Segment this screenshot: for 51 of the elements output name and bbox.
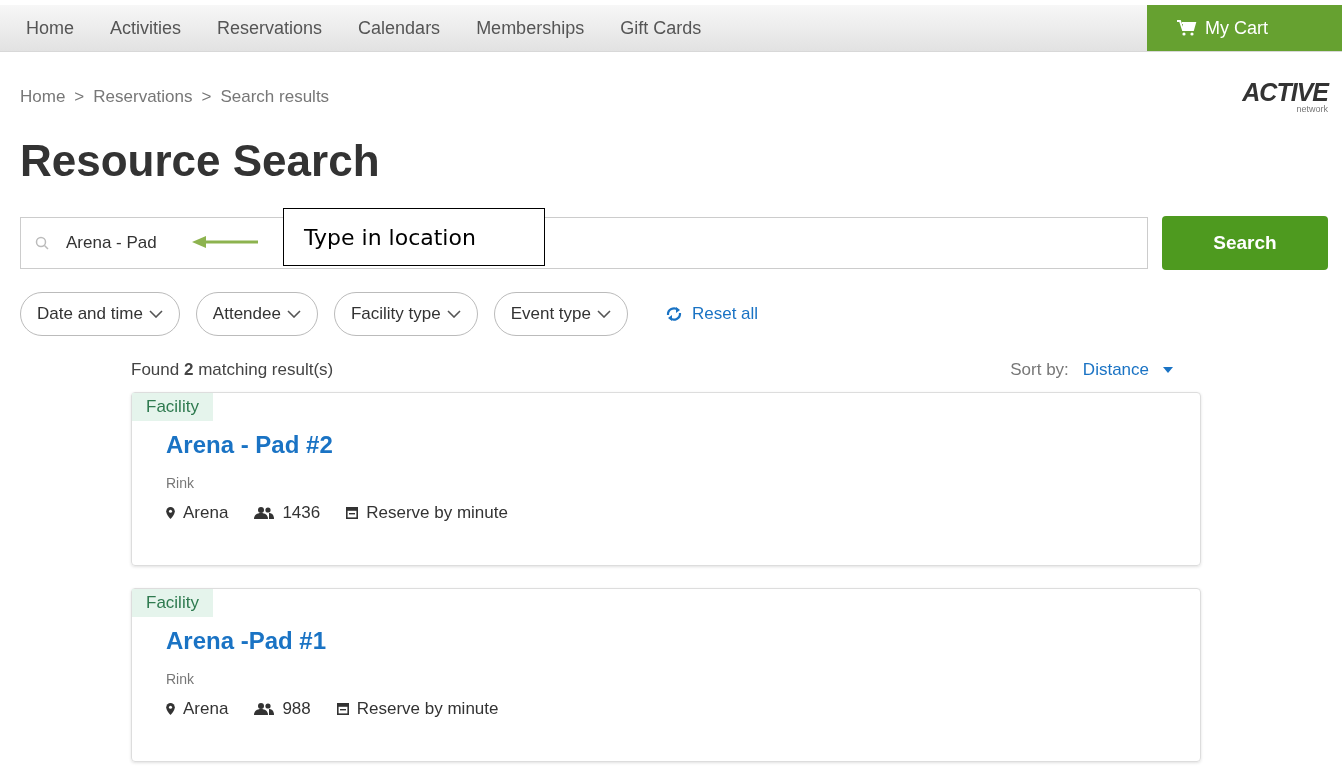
category-tag: Facility [132, 589, 213, 617]
breadcrumb-separator: > [74, 87, 85, 107]
calendar-icon [336, 703, 349, 715]
location-pin-icon [166, 507, 175, 519]
results-count: Found 2 matching result(s) [131, 360, 334, 380]
nav-link[interactable]: Home [8, 17, 92, 39]
cart-icon [1177, 20, 1197, 36]
logo-subtitle: network [1296, 105, 1328, 114]
location-text: Arena [183, 503, 229, 523]
breadcrumb-link[interactable]: Reservations [93, 87, 193, 107]
category-tag: Facility [132, 393, 213, 421]
location-pin-icon [166, 703, 175, 715]
people-icon [254, 507, 275, 519]
reset-link[interactable]: Reset all [658, 303, 765, 325]
filter-dropdown[interactable]: Attendee [195, 292, 318, 336]
sort-dropdown[interactable]: Distance [1082, 360, 1173, 380]
search-button[interactable]: Search [1162, 216, 1328, 270]
search-icon [35, 236, 49, 250]
result-link[interactable]: Arena -Pad #1 [166, 627, 1166, 655]
breadcrumb-link[interactable]: Home [20, 87, 66, 107]
breadcrumb-link[interactable]: Search results [220, 87, 330, 107]
reservation-text: Reserve by minute [366, 503, 508, 523]
nav-link[interactable]: Gift Cards [602, 17, 720, 39]
nav-link[interactable]: Activities [92, 17, 200, 39]
capacity-text: 988 [282, 699, 311, 719]
sort-label: Sort by: [1010, 360, 1069, 380]
filter-dropdown[interactable]: Facility type [333, 292, 478, 336]
people-icon [254, 703, 275, 715]
result-link[interactable]: Arena - Pad #2 [166, 431, 1166, 459]
resource-type: Rink [166, 671, 195, 687]
breadcrumb-separator: > [201, 87, 212, 107]
chevron-icon [286, 310, 301, 318]
chevron-icon [597, 310, 611, 318]
callout-label: Type in location [283, 208, 545, 266]
caret-icon [1163, 367, 1173, 373]
nav-link[interactable]: Memberships [458, 17, 603, 39]
capacity-text: 1436 [282, 503, 321, 523]
nav-link[interactable]: Reservations [199, 17, 341, 39]
resource-type: Rink [166, 475, 195, 491]
chevron-icon [446, 310, 461, 318]
arrow-icon [192, 236, 258, 248]
page-title: Resource Search [20, 136, 381, 186]
calendar-icon [346, 507, 359, 519]
logo-wordmark: ACTIVE [1242, 80, 1328, 105]
nav-link[interactable]: Calendars [340, 17, 459, 39]
location-text: Arena [183, 699, 229, 719]
chevron-icon [148, 310, 163, 318]
filter-dropdown[interactable]: Event type [493, 292, 628, 336]
filter-dropdown[interactable]: Date and time [20, 292, 180, 336]
reservation-text: Reserve by minute [356, 699, 499, 719]
refresh-icon [664, 304, 684, 324]
